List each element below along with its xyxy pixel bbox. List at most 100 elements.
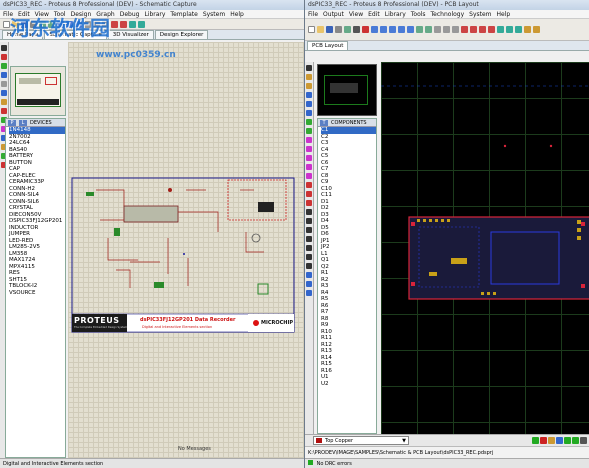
- arc-icon[interactable]: [306, 236, 312, 242]
- mirror-icon[interactable]: [306, 290, 312, 296]
- terminal-icon[interactable]: [1, 108, 7, 114]
- block-delete-icon[interactable]: [488, 26, 495, 33]
- left-menu-item-library[interactable]: Library: [144, 11, 165, 18]
- right-menu-item-file[interactable]: File: [308, 11, 318, 18]
- redo-icon[interactable]: [425, 26, 432, 33]
- padstack-icon[interactable]: [306, 182, 312, 188]
- circle-icon[interactable]: [306, 227, 312, 233]
- pan-icon[interactable]: [371, 26, 378, 33]
- right-menu-item-view[interactable]: View: [349, 11, 363, 18]
- package-mode-icon[interactable]: [306, 83, 312, 89]
- pcb-overview-panel[interactable]: [317, 64, 377, 116]
- layer-6-icon[interactable]: [572, 437, 579, 444]
- zoom-all-icon[interactable]: [398, 26, 405, 33]
- drc-icon[interactable]: [524, 26, 531, 33]
- overview-panel[interactable]: [10, 66, 66, 116]
- zone-mode-icon[interactable]: [306, 110, 312, 116]
- dil-pad-icon[interactable]: [306, 155, 312, 161]
- 3d-view-icon[interactable]: [533, 26, 540, 33]
- rotate-ccw-icon[interactable]: [306, 281, 312, 287]
- junction-mode-icon[interactable]: [1, 63, 7, 69]
- subcircuit-icon[interactable]: [1, 99, 7, 105]
- text-script-icon[interactable]: [1, 81, 7, 87]
- bus-mode-icon[interactable]: [1, 90, 7, 96]
- right-menu-item-technology[interactable]: Technology: [431, 11, 465, 18]
- left-menu-item-help[interactable]: Help: [230, 11, 244, 18]
- tab-design-explorer[interactable]: Design Explorer: [154, 30, 209, 39]
- left-menu-item-system[interactable]: System: [203, 11, 225, 18]
- box-icon[interactable]: [306, 218, 312, 224]
- copy-icon[interactable]: [443, 26, 450, 33]
- right-menu-item-library[interactable]: Library: [385, 11, 406, 18]
- left-menu-item-template[interactable]: Template: [170, 11, 197, 18]
- wire-label-icon[interactable]: [1, 72, 7, 78]
- paste-icon[interactable]: [452, 26, 459, 33]
- square-pad-icon[interactable]: [306, 146, 312, 152]
- marker-icon[interactable]: [306, 191, 312, 197]
- right-menu-item-edit[interactable]: Edit: [368, 11, 380, 18]
- block-move-icon[interactable]: [120, 20, 127, 28]
- path-icon[interactable]: [306, 245, 312, 251]
- line-icon[interactable]: [306, 209, 312, 215]
- layer-5-icon[interactable]: [564, 437, 571, 444]
- block-rotate-icon[interactable]: [479, 26, 486, 33]
- layer-select[interactable]: Top Copper ▼: [313, 436, 409, 445]
- tab-3d-visualizer[interactable]: 3D Visualizer: [107, 30, 154, 39]
- zoom-in-icon[interactable]: [380, 26, 387, 33]
- track-mode-icon[interactable]: [306, 92, 312, 98]
- refresh-icon[interactable]: [344, 26, 351, 33]
- origin-icon[interactable]: [362, 26, 369, 33]
- pcb-canvas[interactable]: [381, 62, 589, 434]
- layer-1-icon[interactable]: [532, 437, 539, 444]
- via-mode-icon[interactable]: [306, 101, 312, 107]
- right-menu-item-output[interactable]: Output: [323, 11, 344, 18]
- component-mode-icon[interactable]: [306, 74, 312, 80]
- block-move-icon[interactable]: [470, 26, 477, 33]
- print-icon[interactable]: [335, 26, 342, 33]
- smt-pad-icon[interactable]: [306, 173, 312, 179]
- pick-devices-button[interactable]: P: [8, 119, 16, 126]
- autoplace-icon[interactable]: [506, 26, 513, 33]
- round-pad-icon[interactable]: [306, 137, 312, 143]
- schematic-canvas[interactable]: PROTEUS The Complete Embedded Design Sys…: [68, 42, 304, 458]
- device-list-item[interactable]: VSOURCE: [9, 290, 65, 297]
- zoom-area-icon[interactable]: [407, 26, 414, 33]
- block-copy-icon[interactable]: [461, 26, 468, 33]
- save-icon[interactable]: [326, 26, 333, 33]
- layer-7-icon[interactable]: [580, 437, 587, 444]
- component-mode-icon[interactable]: [1, 54, 7, 60]
- cut-icon[interactable]: [434, 26, 441, 33]
- text-icon[interactable]: [306, 254, 312, 260]
- pick-device-icon[interactable]: [129, 20, 136, 28]
- grid-icon[interactable]: [353, 26, 360, 33]
- pick-parts-icon[interactable]: [497, 26, 504, 33]
- block-copy-icon[interactable]: [111, 20, 118, 28]
- new-icon[interactable]: [3, 20, 10, 28]
- layer-2-icon[interactable]: [540, 437, 547, 444]
- right-menu-item-help[interactable]: Help: [497, 11, 511, 18]
- symbol-icon[interactable]: [306, 263, 312, 269]
- netlist-icon[interactable]: [138, 20, 145, 28]
- autoroute-icon[interactable]: [515, 26, 522, 33]
- undo-icon[interactable]: [416, 26, 423, 33]
- connectivity-icon[interactable]: [306, 128, 312, 134]
- pick-components-button[interactable]: T: [320, 119, 328, 126]
- device-list-item[interactable]: DSPIC33FJ12GP201: [9, 218, 65, 225]
- library-manager-button[interactable]: L: [19, 119, 27, 126]
- new-icon[interactable]: [308, 26, 315, 33]
- right-menu-item-system[interactable]: System: [469, 11, 491, 18]
- zoom-out-icon[interactable]: [389, 26, 396, 33]
- select-mode-icon[interactable]: [306, 65, 312, 71]
- dimension-icon[interactable]: [306, 200, 312, 206]
- select-mode-icon[interactable]: [1, 45, 7, 51]
- rotate-cw-icon[interactable]: [306, 272, 312, 278]
- layer-3-icon[interactable]: [548, 437, 555, 444]
- layer-4-icon[interactable]: [556, 437, 563, 444]
- ratsnest-icon[interactable]: [306, 119, 312, 125]
- edge-pad-icon[interactable]: [306, 164, 312, 170]
- right-menu-item-tools[interactable]: Tools: [411, 11, 426, 18]
- component-list-item[interactable]: U2: [321, 381, 376, 388]
- tab-pcb-layout[interactable]: PCB Layout: [307, 41, 349, 50]
- open-icon[interactable]: [317, 26, 324, 33]
- left-menu-item-debug[interactable]: Debug: [120, 11, 140, 18]
